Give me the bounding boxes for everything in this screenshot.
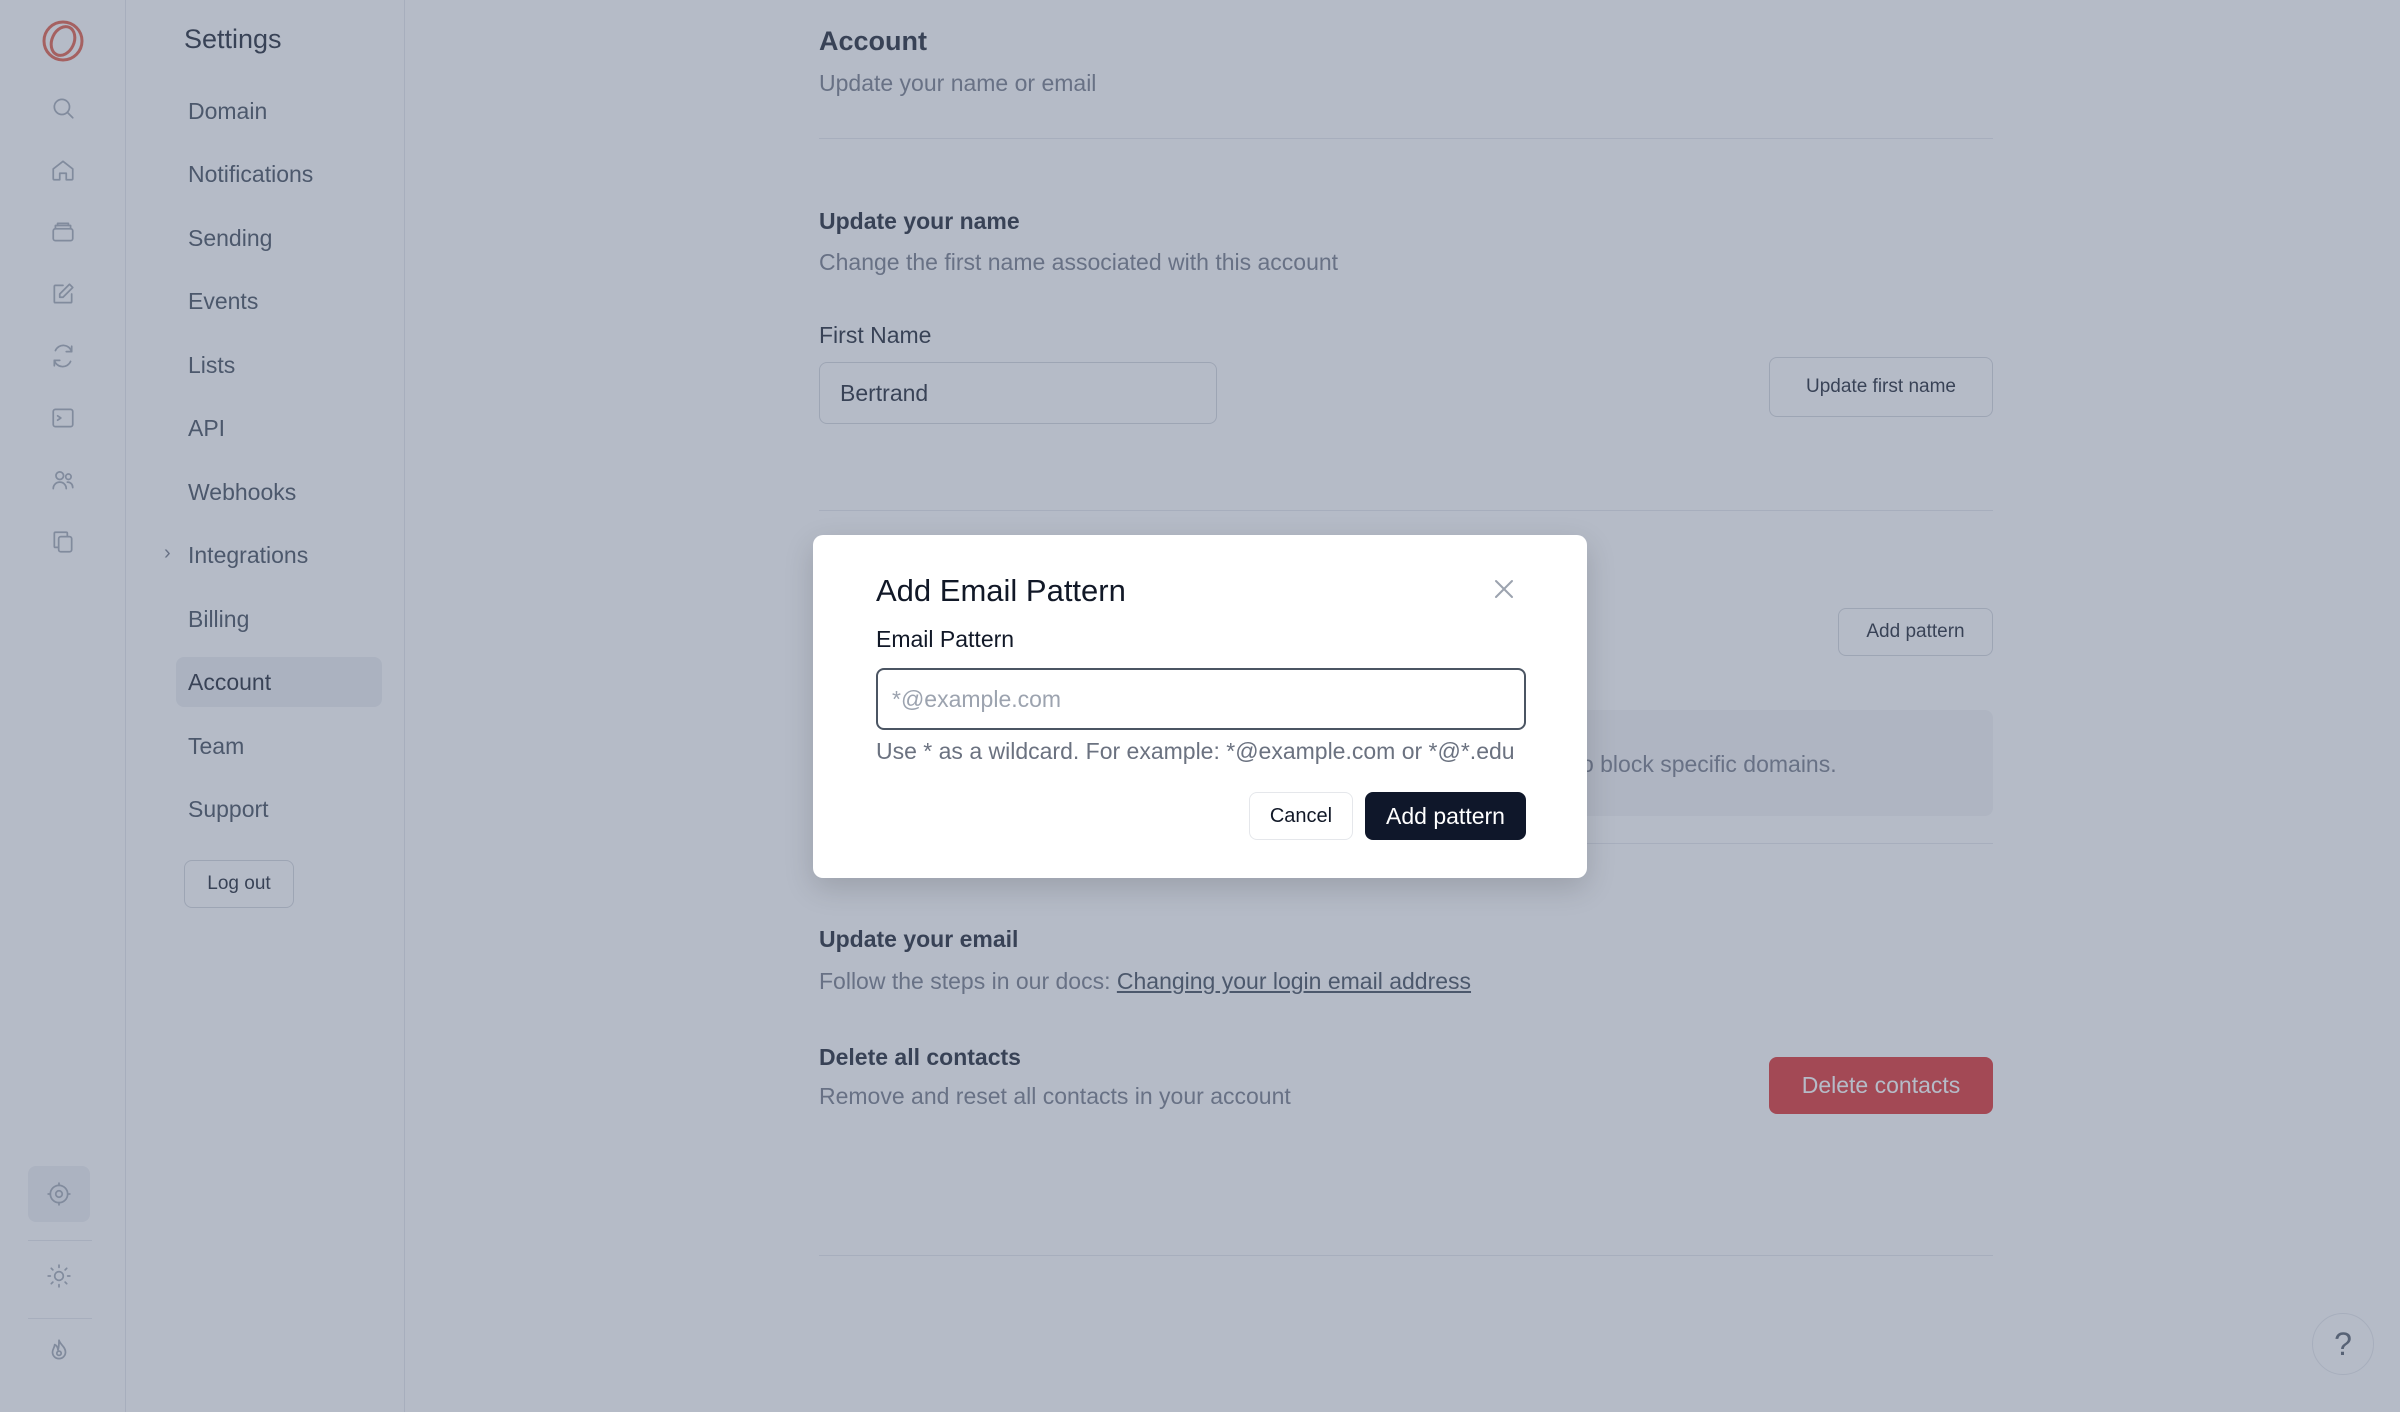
email-pattern-hint: Use * as a wildcard. For example: *@exam… (876, 738, 1515, 764)
add-pattern-submit-button[interactable]: Add pattern (1365, 792, 1526, 840)
add-email-pattern-dialog: Add Email Pattern Email Pattern Use * as… (813, 535, 1587, 878)
email-pattern-label: Email Pattern (876, 626, 1015, 652)
close-icon[interactable] (1490, 575, 1522, 607)
email-pattern-input[interactable] (876, 668, 1526, 730)
cancel-button[interactable]: Cancel (1249, 792, 1353, 840)
dialog-title: Add Email Pattern (876, 573, 1126, 608)
